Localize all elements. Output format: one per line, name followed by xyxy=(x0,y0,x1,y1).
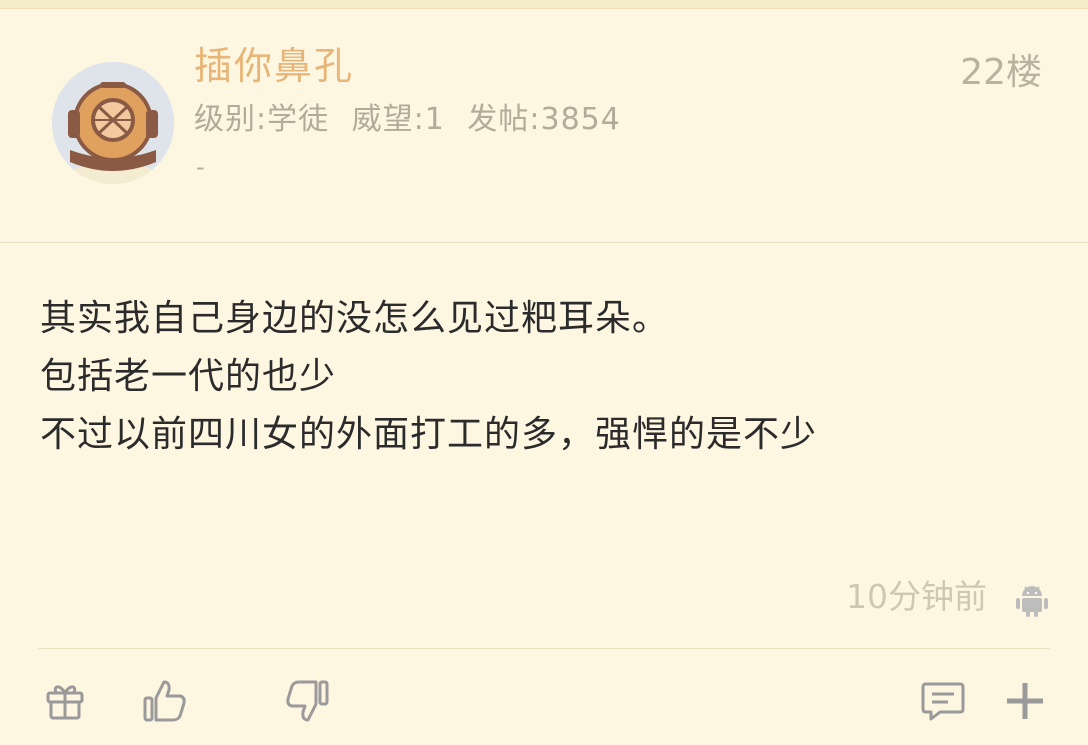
author-level: 级别:学徒 xyxy=(194,102,330,137)
floor-number: 22楼 xyxy=(960,52,1042,93)
post-time: 10分钟前 xyxy=(846,577,987,616)
author-name[interactable]: 插你鼻孔 xyxy=(194,42,354,90)
footer-divider xyxy=(38,648,1050,649)
author-reputation: 威望:1 xyxy=(351,102,445,137)
like-button[interactable] xyxy=(140,676,190,726)
author-post-count: 发帖:3854 xyxy=(467,102,621,137)
diver-helmet-avatar-icon xyxy=(52,62,174,184)
gift-icon xyxy=(46,685,84,720)
gift-button[interactable] xyxy=(40,676,90,726)
post-line: 包括老一代的也少 xyxy=(40,356,337,397)
author-signature: - xyxy=(196,153,205,181)
top-edge xyxy=(0,0,1088,9)
add-button[interactable] xyxy=(1000,676,1050,726)
dislike-button[interactable] xyxy=(282,676,332,726)
post-line: 其实我自己身边的没怎么见过粑耳朵。 xyxy=(40,298,670,339)
avatar[interactable] xyxy=(52,62,174,184)
thumbs-down-icon xyxy=(286,680,329,722)
android-icon xyxy=(1012,580,1052,620)
comment-button[interactable] xyxy=(918,676,968,726)
post-content: 其实我自己身边的没怎么见过粑耳朵。 包括老一代的也少 不过以前四川女的外面打工的… xyxy=(40,290,1040,464)
comment-icon xyxy=(921,682,965,721)
plus-icon xyxy=(1007,683,1043,719)
post-line: 不过以前四川女的外面打工的多，强悍的是不少 xyxy=(40,414,818,455)
author-stats: 级别:学徒 威望:1 发帖:3854 xyxy=(194,100,633,140)
header-divider xyxy=(0,242,1088,243)
thumbs-up-icon xyxy=(143,680,186,722)
